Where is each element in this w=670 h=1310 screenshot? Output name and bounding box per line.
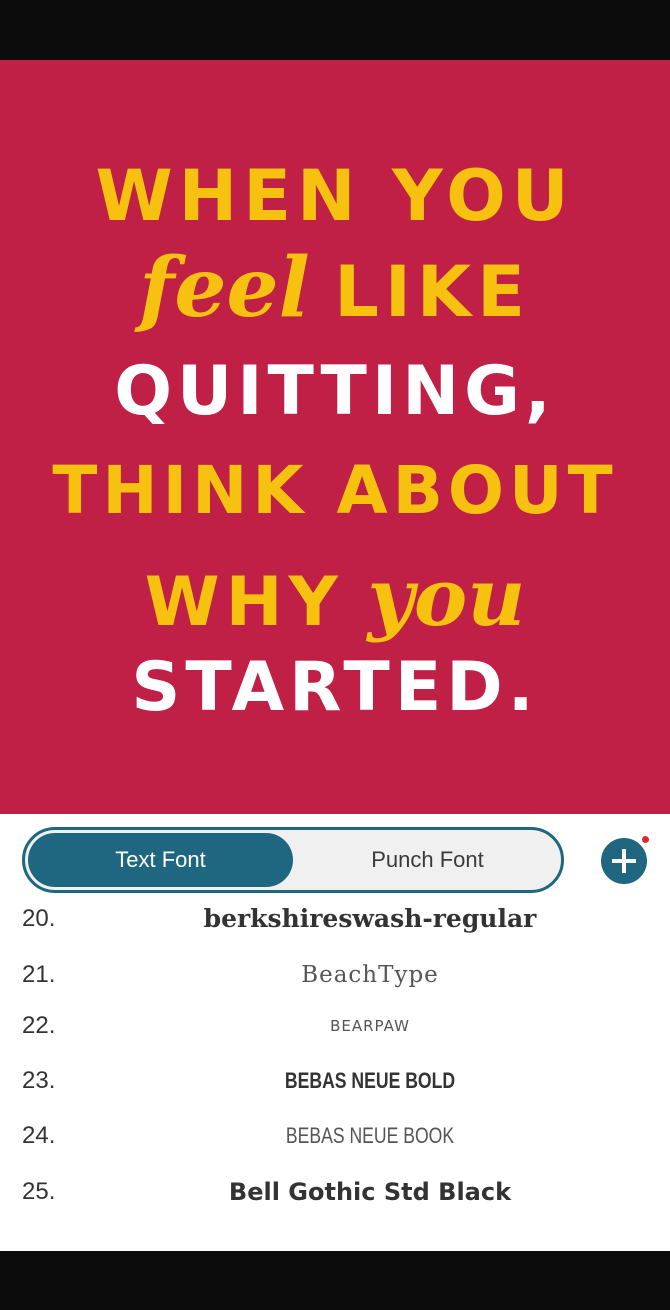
poster-canvas[interactable]: WHEN YOU feel LIKE QUITTING, THINK ABOUT…: [0, 60, 670, 814]
poster-line-6: STARTED.: [131, 648, 539, 727]
tab-text-font[interactable]: Text Font: [28, 833, 293, 887]
font-number: 20.: [22, 905, 56, 932]
font-name: berkshireswash-regular: [203, 904, 537, 933]
poster-word-why: WHY: [144, 563, 344, 642]
font-number: 22.: [22, 1012, 56, 1039]
font-name: BEARPAW: [330, 1017, 410, 1035]
poster-line-3: QUITTING,: [114, 352, 556, 431]
font-list-item[interactable]: 20. berkshireswash-regular: [0, 893, 670, 945]
poster-word-feel: feel: [139, 240, 310, 336]
font-list-item[interactable]: 24. BEBAS NEUE BOOK: [0, 1110, 670, 1162]
font-number: 23.: [22, 1067, 56, 1094]
navigation-bar: [0, 1251, 670, 1310]
font-list-item[interactable]: 21. BeachType: [0, 949, 670, 1001]
notification-dot: [642, 836, 649, 843]
font-number: 24.: [22, 1122, 56, 1149]
font-type-toggle: Text Font Punch Font: [22, 827, 564, 893]
font-list-item[interactable]: 22. BEARPAW: [0, 1000, 670, 1052]
font-list-item[interactable]: 23. BEBAS NEUE BOLD: [0, 1055, 670, 1107]
poster-word-like: LIKE: [334, 251, 531, 333]
poster-word-you: you: [367, 550, 526, 644]
font-panel: Text Font Punch Font 20. berkshireswash-…: [0, 814, 670, 1251]
font-name: BeachType: [301, 962, 439, 988]
status-bar: [0, 0, 670, 60]
font-name: BEBAS NEUE BOOK: [285, 1123, 455, 1148]
font-list-item[interactable]: 25. Bell Gothic Std Black: [0, 1166, 670, 1218]
font-name: Bell Gothic Std Black: [228, 1178, 512, 1206]
add-font-button[interactable]: [601, 838, 647, 884]
font-number: 21.: [22, 961, 56, 988]
poster-line-1: WHEN YOU: [95, 155, 575, 237]
font-number: 25.: [22, 1178, 56, 1205]
plus-icon: [612, 849, 636, 873]
font-name: BEBAS NEUE BOLD: [284, 1068, 456, 1093]
poster-line-2: feel LIKE: [0, 240, 670, 336]
tab-punch-font[interactable]: Punch Font: [295, 833, 560, 887]
poster-line-5: WHY you: [0, 550, 670, 644]
poster-line-4: THINK ABOUT: [52, 452, 618, 529]
